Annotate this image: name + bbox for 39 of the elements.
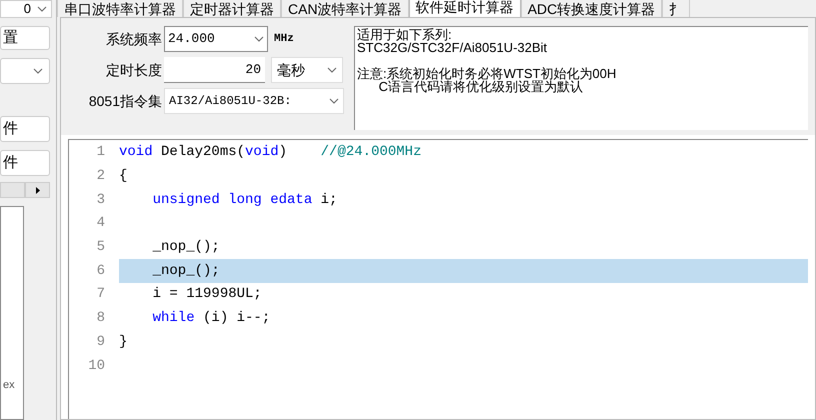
unit-dropdown[interactable]: 毫秒 xyxy=(271,57,343,83)
note-text: C语言代码请将优化级别设置为默认 xyxy=(378,80,584,93)
field-label: 系统频率 xyxy=(105,30,162,48)
tab[interactable]: 扌 xyxy=(662,0,690,17)
frequency-dropdown[interactable]: 24.000 xyxy=(164,26,268,52)
tab[interactable]: ADC转换速度计算器 xyxy=(520,0,662,17)
chevron-down-icon xyxy=(33,68,43,74)
code-text: } xyxy=(119,332,128,352)
unit-label: MHz xyxy=(274,32,294,47)
button[interactable]: 件 xyxy=(0,150,50,176)
button[interactable]: 件 xyxy=(0,116,50,142)
box-text: ex xyxy=(3,378,15,392)
duration-field[interactable]: 20 xyxy=(164,57,265,83)
code-text: void Delay20ms(void) //@24.000MHz xyxy=(119,143,422,162)
button[interactable]: 置 xyxy=(0,26,50,50)
code-text: while (i) i--; xyxy=(152,309,270,328)
instruction-set-dropdown[interactable]: AI32/Ai8051U-32B: xyxy=(164,88,344,114)
note-text: 适用于如下系列: xyxy=(357,28,452,41)
code-text: i = 119998UL; xyxy=(152,285,262,304)
tab[interactable]: 串口波特率计算器 xyxy=(57,0,183,17)
triangle-right-icon xyxy=(36,186,40,194)
field-label: 定时长度 xyxy=(105,60,162,80)
code-text: _nop_(); xyxy=(152,238,220,258)
chevron-down-icon xyxy=(327,67,337,73)
chevron-down-icon xyxy=(329,98,339,104)
chevron-down-icon xyxy=(254,36,264,42)
chevron-down-icon xyxy=(37,6,47,12)
dropdown[interactable]: 0 xyxy=(0,0,52,18)
dropdown[interactable] xyxy=(0,58,50,84)
note-text: 注意:系统初始化时务必将WTST初始化为00H xyxy=(357,67,616,80)
tab[interactable]: 软件延时计算器 xyxy=(408,0,521,17)
note-text: STC32G/STC32F/Ai8051U-32Bit xyxy=(357,41,548,54)
code-text: _nop_(); xyxy=(152,262,220,281)
tab[interactable]: 定时器计算器 xyxy=(183,0,281,17)
code-text: { xyxy=(119,167,128,186)
code-text: unsigned long edata i; xyxy=(152,190,338,210)
field-label: 8051指令集 xyxy=(88,92,162,110)
tab[interactable]: CAN波特率计算器 xyxy=(281,0,409,17)
scroll-right-button[interactable] xyxy=(25,182,50,198)
